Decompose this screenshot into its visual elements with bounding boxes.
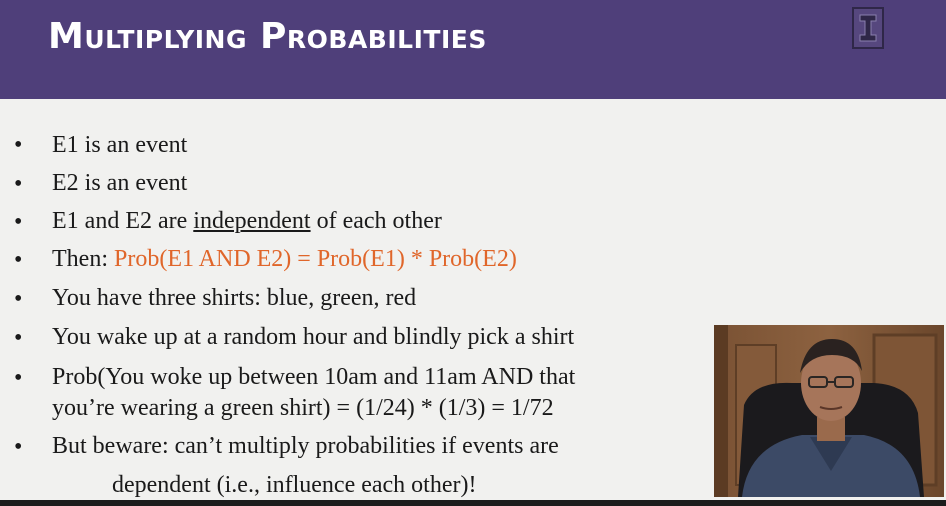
bullet-dot: •	[14, 434, 23, 460]
bullet-text: of each other	[310, 208, 442, 234]
bullet-item: You have three shirts: blue, green, red	[52, 285, 417, 311]
bullet-item-line-1: Prob(You woke up between 10am and 11am A…	[52, 364, 576, 390]
bullet-dot: •	[14, 286, 23, 312]
bullet-item: Then: Prob(E1 AND E2) = Prob(E1) * Prob(…	[52, 244, 517, 274]
bullet-dot: •	[14, 171, 23, 197]
probability-formula: Prob(E1 AND E2) = Prob(E1) * Prob(E2)	[113, 246, 517, 272]
bullet-item: E1 is an event	[52, 132, 188, 158]
bullet-item: E2 is an event	[52, 170, 188, 196]
bullet-item-line-2: dependent (i.e., influence each other)!	[112, 472, 477, 498]
bullet-dot: •	[14, 209, 23, 235]
bullet-dot: •	[14, 365, 23, 391]
bottom-bar	[0, 500, 946, 506]
bullet-text: Then:	[52, 246, 114, 272]
bullet-text: E1 and E2 are	[52, 208, 194, 234]
bullet-dot: •	[14, 247, 23, 273]
bullet-dot: •	[14, 132, 23, 158]
presenter-webcam	[714, 325, 944, 497]
bullet-item-line-1: But beware: can’t multiply probabilities…	[52, 433, 559, 459]
bullet-dot: •	[14, 325, 23, 351]
bullet-item: E1 and E2 are independent of each other	[52, 206, 442, 236]
bullet-item-line-2: you’re wearing a green shirt) = (1/24) *…	[52, 395, 554, 421]
underlined-term: independent	[193, 208, 311, 234]
bullet-item: You wake up at a random hour and blindly…	[52, 324, 575, 350]
